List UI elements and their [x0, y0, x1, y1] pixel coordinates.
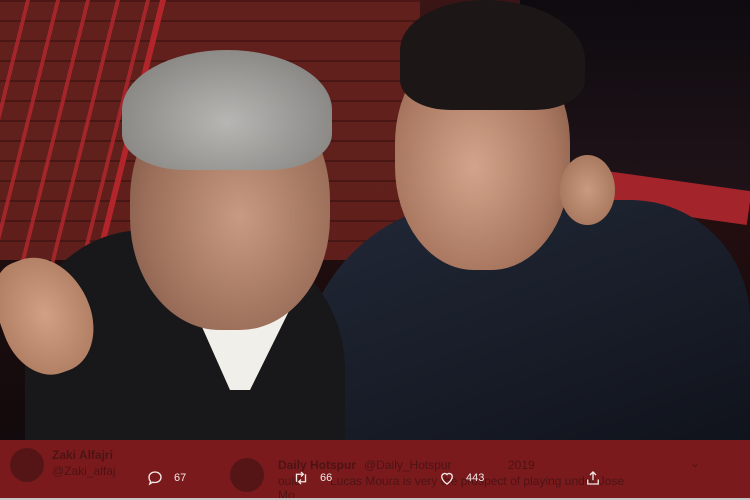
like-count: 443	[466, 472, 485, 484]
like-button[interactable]: 443	[438, 466, 484, 490]
author-name[interactable]: Zaki Alfajri	[52, 448, 113, 462]
reply-button[interactable]: 67	[146, 466, 186, 490]
retweet-count: 66	[320, 472, 333, 484]
share-icon	[587, 471, 599, 485]
reply-avatar[interactable]	[230, 458, 264, 492]
reply-date: 2019	[508, 458, 535, 472]
author-handle[interactable]: @Zaki_alfaj	[52, 464, 116, 478]
retweet-button[interactable]: 66	[292, 466, 332, 490]
reply-count: 67	[174, 472, 187, 484]
caret-down-icon[interactable]: ⌄	[690, 456, 700, 470]
retweet-icon	[295, 471, 307, 485]
tweet-photo[interactable]	[0, 0, 750, 440]
left-man-hair	[122, 50, 332, 170]
author-avatar[interactable]	[10, 448, 44, 482]
heart-icon	[441, 472, 453, 485]
tweet-footer-bar: Zaki Alfajri @Zaki_alfaj Daily Hotspur @…	[0, 440, 750, 500]
reply-icon	[148, 471, 162, 486]
share-button[interactable]	[584, 466, 602, 490]
right-hand	[560, 155, 615, 225]
